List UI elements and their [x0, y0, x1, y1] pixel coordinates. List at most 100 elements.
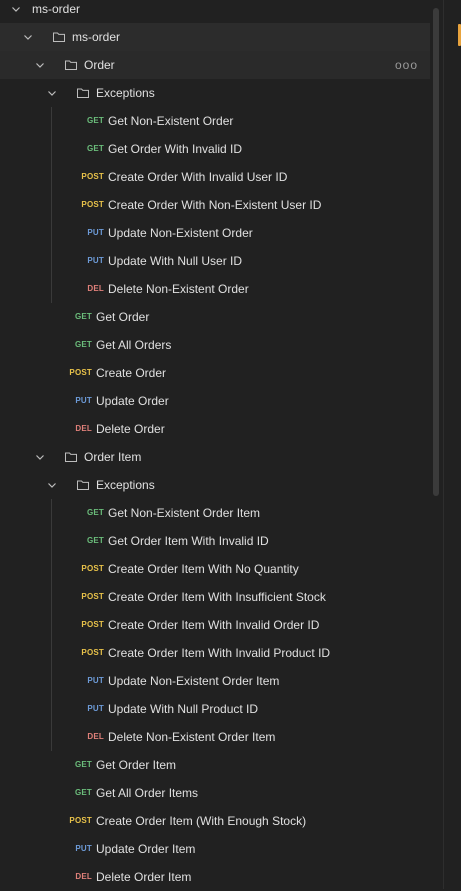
folder-exceptions-label: Exceptions [96, 478, 155, 492]
request-name: Create Order Item With Invalid Order ID [108, 618, 320, 632]
tree-folder-order[interactable]: Order ooo [0, 51, 430, 79]
tree-root-label: ms-order [32, 2, 81, 16]
folder-icon [64, 450, 78, 464]
method-badge-get: GET [86, 536, 104, 545]
method-badge-post: POST [81, 172, 104, 181]
request-name: Create Order [96, 366, 167, 380]
request-item[interactable]: GET Get Order Item With Invalid ID [0, 527, 430, 555]
chevron-down-icon[interactable] [10, 3, 22, 15]
request-item[interactable]: POST Create Order With Non-Existent User … [0, 191, 430, 219]
request-name: Get Order Item [96, 758, 177, 772]
request-name: Update Non-Existent Order [108, 226, 253, 240]
method-badge-get: GET [74, 788, 92, 797]
method-badge-put: PUT [75, 844, 92, 853]
request-name: Create Order Item With Insufficient Stoc… [108, 590, 326, 604]
request-name: Create Order With Invalid User ID [108, 170, 288, 184]
request-name: Create Order Item With No Quantity [108, 562, 299, 576]
method-badge-put: PUT [87, 256, 104, 265]
request-item[interactable]: DEL Delete Order Item [0, 863, 430, 891]
request-name: Delete Order [96, 422, 165, 436]
chevron-down-icon[interactable] [34, 59, 46, 71]
request-name: Create Order Item (With Enough Stock) [96, 814, 307, 828]
request-name: Update Order [96, 394, 169, 408]
tree-folder-order-item-exceptions[interactable]: Exceptions [0, 471, 430, 499]
request-item[interactable]: GET Get All Orders [0, 331, 430, 359]
request-item[interactable]: DEL Delete Order [0, 415, 430, 443]
request-item[interactable]: POST Create Order [0, 359, 430, 387]
request-name: Delete Non-Existent Order [108, 282, 249, 296]
method-badge-del: DEL [87, 732, 104, 741]
request-name: Get All Order Items [96, 786, 199, 800]
method-badge-post: POST [81, 200, 104, 209]
request-name: Get All Orders [96, 338, 172, 352]
method-badge-post: POST [81, 592, 104, 601]
method-badge-del: DEL [75, 872, 92, 881]
method-badge-del: DEL [75, 424, 92, 433]
request-item[interactable]: GET Get Order Item [0, 751, 430, 779]
method-badge-post: POST [69, 816, 92, 825]
method-badge-post: POST [81, 564, 104, 573]
method-badge-post: POST [81, 648, 104, 657]
right-pane-edge [443, 0, 461, 889]
tree-folder-order-exceptions[interactable]: Exceptions [0, 79, 430, 107]
request-name: Get Non-Existent Order [108, 114, 234, 128]
request-item[interactable]: GET Get Order With Invalid ID [0, 135, 430, 163]
request-name: Get Order With Invalid ID [108, 142, 243, 156]
method-badge-get: GET [86, 116, 104, 125]
folder-order-label: Order [84, 58, 115, 72]
request-name: Update Non-Existent Order Item [108, 674, 280, 688]
request-item[interactable]: POST Create Order Item With No Quantity [0, 555, 430, 583]
folder-icon [52, 30, 66, 44]
method-badge-get: GET [74, 312, 92, 321]
request-item[interactable]: GET Get Order [0, 303, 430, 331]
folder-icon [76, 86, 90, 100]
request-item[interactable]: DEL Delete Non-Existent Order Item [0, 723, 430, 751]
method-badge-put: PUT [87, 704, 104, 713]
request-name: Update Order Item [96, 842, 196, 856]
collection-label: ms-order [72, 30, 121, 44]
chevron-down-icon[interactable] [34, 451, 46, 463]
request-item[interactable]: POST Create Order Item (With Enough Stock… [0, 807, 430, 835]
scrollbar-thumb[interactable] [433, 8, 439, 496]
request-item[interactable]: POST Create Order Item With Invalid Order… [0, 611, 430, 639]
request-item[interactable]: GET Get All Order Items [0, 779, 430, 807]
request-item[interactable]: POST Create Order Item With Insufficient … [0, 583, 430, 611]
tree-collection-ms-order[interactable]: ms-order [0, 23, 430, 51]
request-name: Delete Non-Existent Order Item [108, 730, 276, 744]
method-badge-get: GET [86, 508, 104, 517]
method-badge-post: POST [81, 620, 104, 629]
request-item[interactable]: POST Create Order With Invalid User ID [0, 163, 430, 191]
chevron-down-icon[interactable] [46, 479, 58, 491]
request-name: Update With Null Product ID [108, 702, 259, 716]
request-item[interactable]: PUT Update Order Item [0, 835, 430, 863]
request-item[interactable]: DEL Delete Non-Existent Order [0, 275, 430, 303]
folder-icon [76, 478, 90, 492]
request-name: Update With Null User ID [108, 254, 243, 268]
tree-folder-order-item[interactable]: Order Item [0, 443, 430, 471]
chevron-down-icon[interactable] [46, 87, 58, 99]
request-item[interactable]: PUT Update With Null Product ID [0, 695, 430, 723]
request-item[interactable]: GET Get Non-Existent Order [0, 107, 430, 135]
request-name: Get Non-Existent Order Item [108, 506, 261, 520]
request-item[interactable]: PUT Update Non-Existent Order [0, 219, 430, 247]
method-badge-del: DEL [87, 284, 104, 293]
tree-root-ms-order[interactable]: ms-order [0, 0, 430, 23]
method-badge-get: GET [74, 340, 92, 349]
request-name: Delete Order Item [96, 870, 192, 884]
request-name: Get Order Item With Invalid ID [108, 534, 269, 548]
request-name: Create Order With Non-Existent User ID [108, 198, 322, 212]
folder-exceptions-label: Exceptions [96, 86, 155, 100]
method-badge-get: GET [86, 144, 104, 153]
request-item[interactable]: PUT Update Order [0, 387, 430, 415]
more-options-icon[interactable]: ooo [395, 51, 418, 79]
request-item[interactable]: PUT Update With Null User ID [0, 247, 430, 275]
folder-order-item-label: Order Item [84, 450, 142, 464]
request-item[interactable]: GET Get Non-Existent Order Item [0, 499, 430, 527]
request-item[interactable]: PUT Update Non-Existent Order Item [0, 667, 430, 695]
method-badge-put: PUT [87, 228, 104, 237]
request-item[interactable]: POST Create Order Item With Invalid Produ… [0, 639, 430, 667]
method-badge-put: PUT [75, 396, 92, 405]
request-name: Create Order Item With Invalid Product I… [108, 646, 331, 660]
collection-tree: ms-order ms-order Order ooo Exceptions G… [0, 0, 430, 884]
chevron-down-icon[interactable] [22, 31, 34, 43]
